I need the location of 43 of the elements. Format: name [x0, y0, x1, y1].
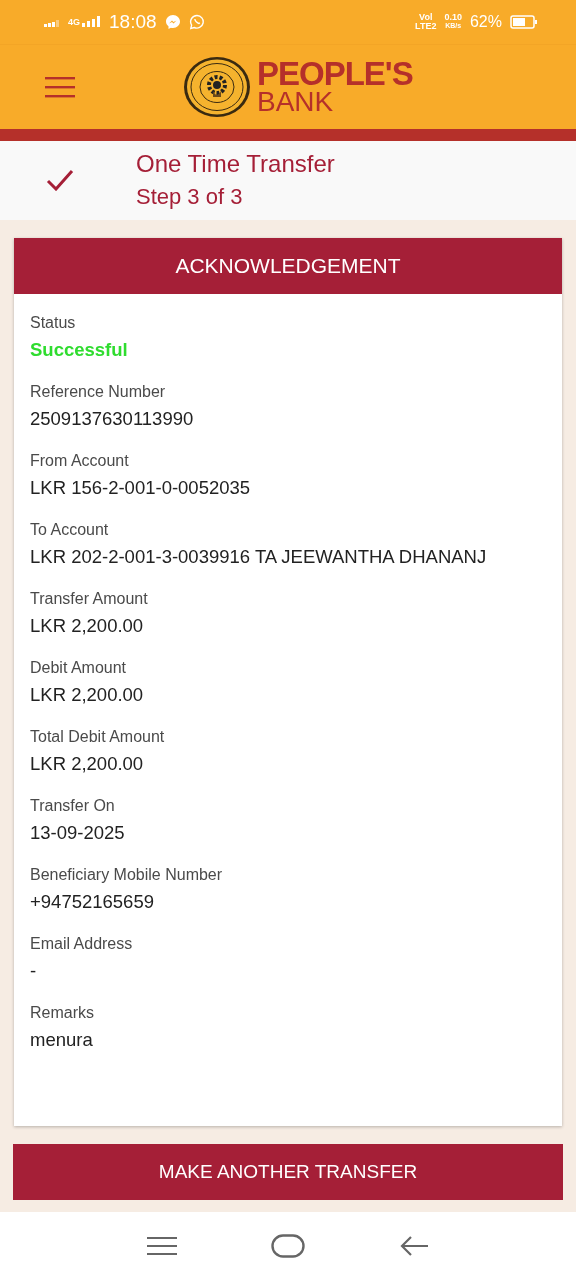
home-icon: [271, 1234, 305, 1259]
field-label: Reference Number: [30, 382, 167, 403]
field-label: Remarks: [30, 1003, 95, 1024]
field-value: 2509137630113990: [30, 408, 195, 431]
field-label: Beneficiary Mobile Number: [30, 865, 224, 886]
field-value: LKR 2,200.00: [30, 684, 145, 707]
menu-icon: [147, 1236, 177, 1257]
lte-label: LTE2: [415, 21, 437, 31]
network-type: 4G: [68, 18, 80, 28]
field-value: menura: [30, 1029, 94, 1052]
field-value: 13-09-2025: [30, 822, 126, 845]
field-value: LKR 2,200.00: [30, 753, 145, 776]
battery-percent: 62%: [469, 12, 502, 31]
signal-icon: [81, 16, 101, 28]
field-label: To Account: [30, 520, 110, 541]
clock-time: 18:08: [109, 10, 157, 33]
menu-icon: [45, 75, 75, 98]
card-title: ACKNOWLEDGEMENT: [14, 238, 562, 295]
field-label: From Account: [30, 451, 130, 472]
field-label: Debit Amount: [30, 658, 128, 679]
field-label: Total Debit Amount: [30, 727, 166, 748]
field-value: LKR 202-2-001-3-0039916 TA JEEWANTHA DHANANJ: [30, 546, 488, 569]
bank-seal-icon: [183, 55, 251, 118]
status-value: Successful: [30, 339, 129, 362]
back-arrow-icon: [399, 1235, 429, 1258]
field-value: LKR 2,200.00: [30, 615, 145, 638]
messenger-icon: [164, 13, 181, 30]
step-title: One Time Transfer: [136, 150, 335, 179]
field-value: LKR 156-2-001-0-0052035: [30, 477, 252, 500]
speed-value: 0.10: [444, 13, 462, 23]
volte-label: Vol: [419, 12, 433, 22]
battery-icon: [510, 14, 538, 29]
whatsapp-icon: [188, 13, 205, 30]
field-value: -: [30, 960, 38, 983]
step-subtitle: Step 3 of 3: [136, 184, 244, 211]
field-label: Transfer On: [30, 796, 116, 817]
field-value: +94752165659: [30, 891, 155, 914]
field-label: Status: [30, 313, 77, 334]
brand-name: PEOPLE'S: [257, 57, 413, 90]
brand-name: BANK: [257, 89, 335, 116]
field-label: Transfer Amount: [30, 589, 149, 610]
make-another-transfer-button[interactable]: MAKE ANOTHER TRANSFER: [13, 1144, 563, 1201]
field-label: Email Address: [30, 934, 134, 955]
